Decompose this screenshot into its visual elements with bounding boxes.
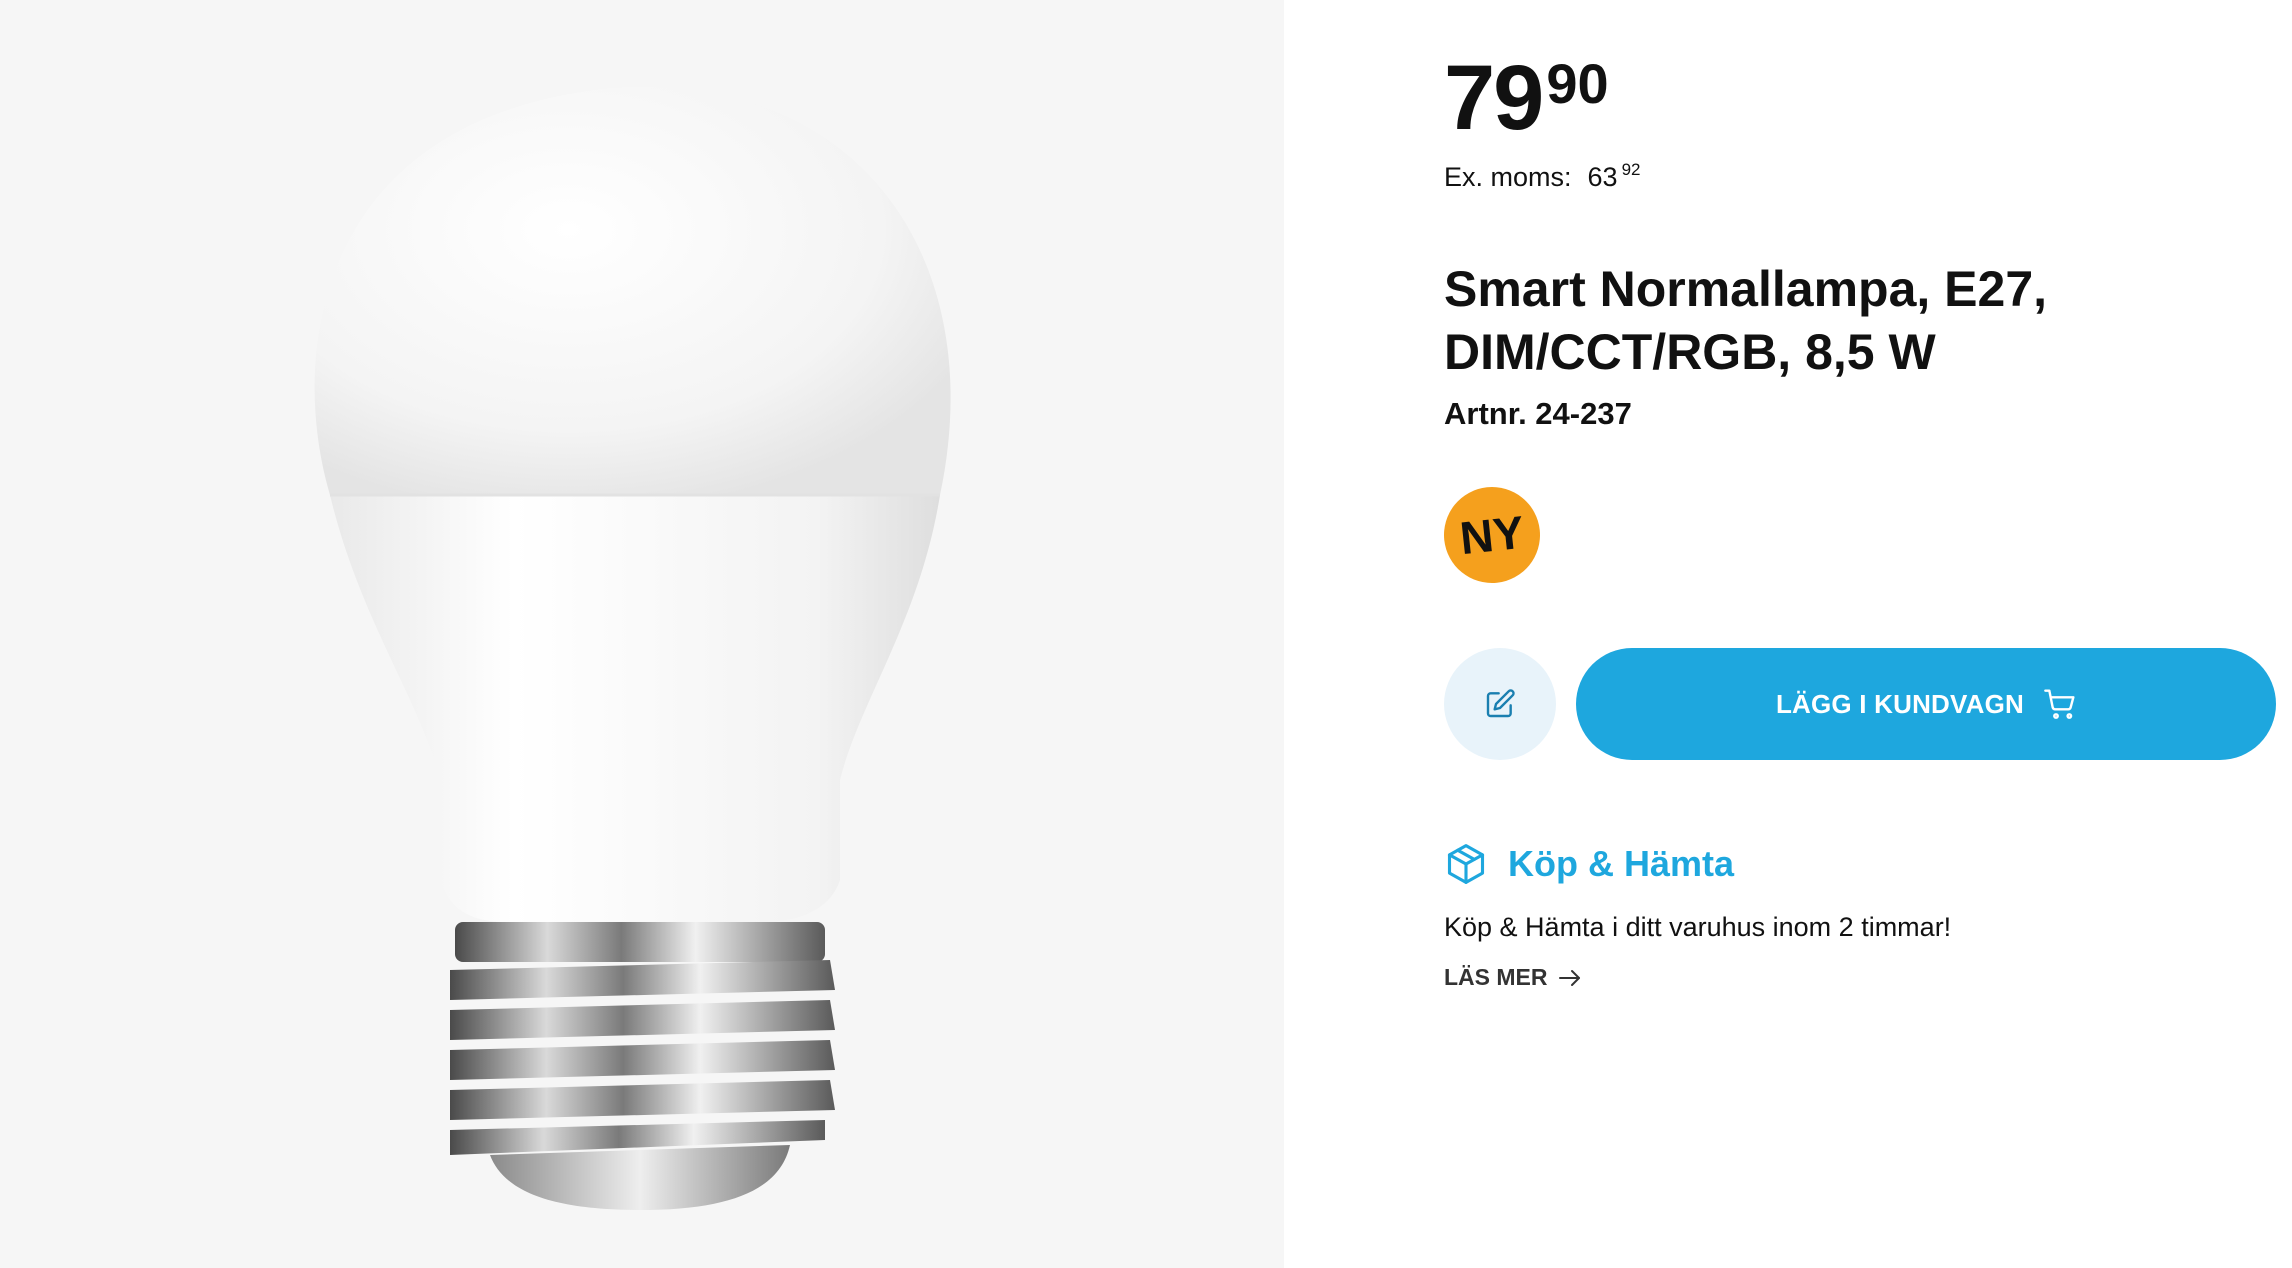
ex-vat-label: Ex. moms: — [1444, 162, 1572, 192]
price-integer: 79 — [1444, 47, 1544, 149]
click-and-collect-title: Köp & Hämta — [1508, 843, 1735, 884]
ex-vat-decimals: 92 — [1621, 160, 1641, 179]
light-bulb-image[interactable] — [300, 60, 980, 1220]
product-title: Smart Normallampa, E27, DIM/CCT/RGB, 8,5… — [1444, 258, 2244, 384]
product-title-line2: DIM/CCT/RGB, 8,5 W — [1444, 324, 1936, 380]
edit-icon — [1486, 689, 1515, 718]
price: 79 90 — [1444, 52, 1609, 144]
product-title-line1: Smart Normallampa, E27, — [1444, 261, 2048, 317]
article-number: Artnr. 24-237 — [1444, 396, 1632, 431]
product-details: 79 90 Ex. moms: 63 92 Smart Normallampa,… — [1439, 0, 2292, 1268]
price-decimals: 90 — [1546, 52, 1609, 115]
ex-vat-integer: 63 — [1587, 162, 1618, 192]
click-and-collect: Köp & Hämta — [1444, 842, 1734, 886]
new-badge: NY — [1439, 482, 1545, 588]
edit-button[interactable] — [1444, 648, 1556, 760]
box-icon — [1447, 844, 1485, 884]
click-and-collect-description: Köp & Hämta i ditt varuhus inom 2 timmar… — [1444, 912, 1952, 942]
read-more-link[interactable]: LÄS MER — [1444, 964, 1582, 991]
arrow-right-icon — [1558, 968, 1582, 988]
read-more-label: LÄS MER — [1444, 964, 1548, 990]
price-ex-vat: Ex. moms: 63 92 — [1444, 160, 1641, 193]
add-to-cart-label: LÄGG I KUNDVAGN — [1775, 688, 2025, 719]
cart-icon — [2044, 689, 2076, 719]
product-image-panel — [0, 0, 1284, 1268]
add-to-cart-button[interactable]: LÄGG I KUNDVAGN — [1576, 648, 2276, 760]
